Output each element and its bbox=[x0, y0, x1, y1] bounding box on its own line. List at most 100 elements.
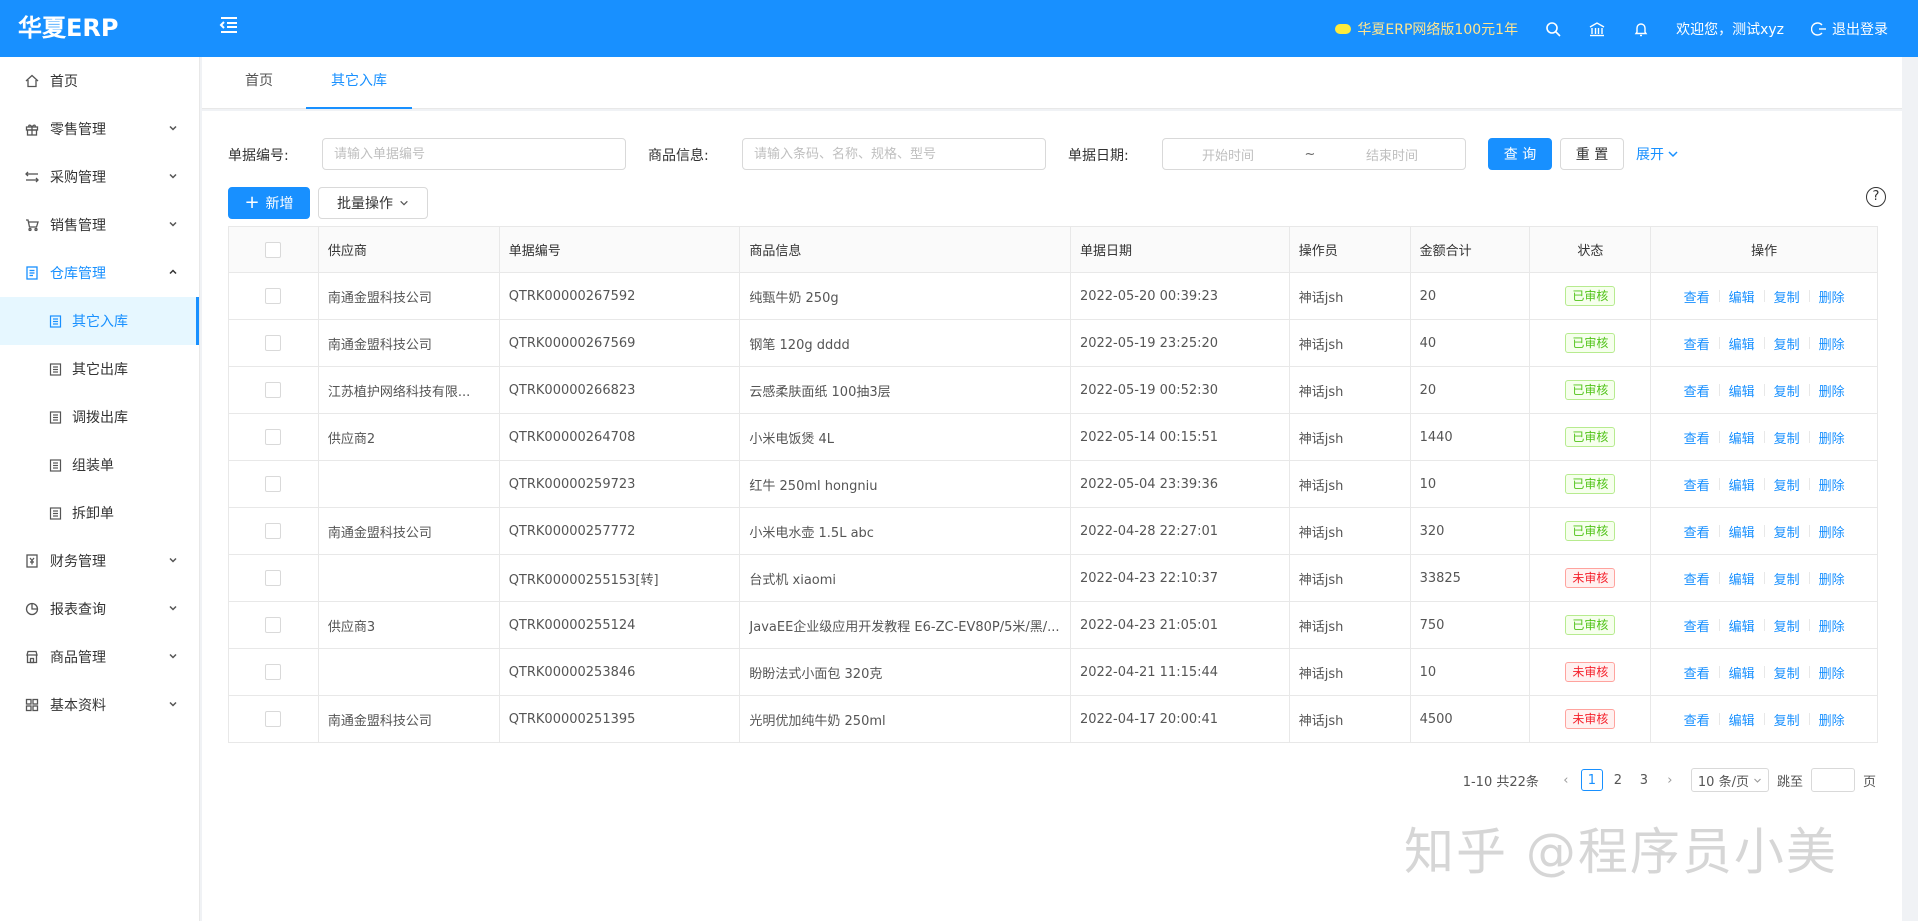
row-checkbox[interactable] bbox=[265, 664, 282, 680]
copy-link[interactable]: 复制 bbox=[1774, 428, 1800, 447]
copy-link[interactable]: 复制 bbox=[1774, 381, 1800, 400]
next-page-icon[interactable]: › bbox=[1659, 769, 1681, 791]
query-button[interactable]: 查 询 bbox=[1488, 138, 1552, 170]
row-checkbox[interactable] bbox=[265, 288, 282, 304]
edit-link[interactable]: 编辑 bbox=[1729, 287, 1755, 306]
table-row[interactable]: 南通金盟科技公司 QTRK00000267569 钢笔 120g dddd 2022-… bbox=[229, 320, 1877, 367]
sidebar-item-retail[interactable]: 零售管理 bbox=[0, 105, 199, 153]
row-checkbox[interactable] bbox=[265, 382, 282, 398]
copy-link[interactable]: 复制 bbox=[1774, 569, 1800, 588]
bill-no-input[interactable] bbox=[322, 138, 626, 170]
copy-link[interactable]: 复制 bbox=[1774, 616, 1800, 635]
copy-link[interactable]: 复制 bbox=[1774, 710, 1800, 729]
delete-link[interactable]: 删除 bbox=[1819, 475, 1845, 494]
menu-collapse-icon[interactable] bbox=[218, 14, 240, 36]
table-row[interactable]: 南通金盟科技公司 QTRK00000257772 小米电水壶 1.5L abc 202… bbox=[229, 508, 1877, 555]
row-checkbox[interactable] bbox=[265, 476, 282, 492]
date-start-placeholder[interactable]: 开始时间 bbox=[1163, 145, 1293, 164]
view-link[interactable]: 查看 bbox=[1684, 710, 1710, 729]
col-goods[interactable]: 商品信息 bbox=[740, 227, 1071, 272]
sidebar-item-finance[interactable]: 财务管理 bbox=[0, 537, 199, 585]
bell-icon[interactable] bbox=[1632, 20, 1650, 38]
sidebar-subitem-other-in[interactable]: 其它入库 bbox=[0, 297, 199, 345]
col-bill-no[interactable]: 单据编号 bbox=[500, 227, 741, 272]
expand-link[interactable]: 展开 bbox=[1636, 144, 1679, 164]
row-checkbox[interactable] bbox=[265, 711, 282, 727]
edit-link[interactable]: 编辑 bbox=[1729, 569, 1755, 588]
copy-link[interactable]: 复制 bbox=[1774, 475, 1800, 494]
copy-link[interactable]: 复制 bbox=[1774, 522, 1800, 541]
page-3[interactable]: 3 bbox=[1633, 769, 1655, 791]
delete-link[interactable]: 删除 bbox=[1819, 663, 1845, 682]
sidebar-item-home[interactable]: 首页 bbox=[0, 57, 199, 105]
copy-link[interactable]: 复制 bbox=[1774, 334, 1800, 353]
batch-operation-dropdown[interactable]: 批量操作 bbox=[318, 187, 428, 219]
copy-link[interactable]: 复制 bbox=[1774, 663, 1800, 682]
search-icon[interactable] bbox=[1544, 20, 1562, 38]
promo-link[interactable]: 华夏ERP网络版100元1年 bbox=[1335, 19, 1518, 39]
table-row[interactable]: 供应商3 QTRK00000255124 JavaEE企业级应用开发教程 E6-ZC… bbox=[229, 602, 1877, 649]
tab-home[interactable]: 首页 bbox=[228, 57, 290, 109]
table-row[interactable]: QTRK00000259723 红牛 250ml hongniu 2022-05-0… bbox=[229, 461, 1877, 508]
sidebar-item-sales[interactable]: 销售管理 bbox=[0, 201, 199, 249]
logout-button[interactable]: 退出登录 bbox=[1810, 19, 1888, 39]
delete-link[interactable]: 删除 bbox=[1819, 616, 1845, 635]
page-size-select[interactable]: 10 条/页 bbox=[1690, 768, 1769, 792]
page-1[interactable]: 1 bbox=[1580, 769, 1603, 791]
sidebar-item-basic-data[interactable]: 基本资料 bbox=[0, 681, 199, 729]
view-link[interactable]: 查看 bbox=[1684, 616, 1710, 635]
edit-link[interactable]: 编辑 bbox=[1729, 663, 1755, 682]
table-row[interactable]: QTRK00000255153[转] 台式机 xiaomi 2022-04-23 2… bbox=[229, 555, 1877, 602]
table-row[interactable]: 南通金盟科技公司 QTRK00000267592 纯甄牛奶 250g 2022-05-… bbox=[229, 273, 1877, 320]
col-status[interactable]: 状态 bbox=[1530, 227, 1652, 272]
reset-button[interactable]: 重 置 bbox=[1560, 138, 1624, 170]
row-checkbox[interactable] bbox=[265, 570, 282, 586]
select-all-checkbox[interactable] bbox=[265, 241, 282, 258]
sidebar-item-goods[interactable]: 商品管理 bbox=[0, 633, 199, 681]
col-amount[interactable]: 金额合计 bbox=[1411, 227, 1531, 272]
table-row[interactable]: 江苏植护网络科技有限... QTRK00000266823 云感柔肤面纸 100抽3… bbox=[229, 367, 1877, 414]
sidebar-item-reports[interactable]: 报表查询 bbox=[0, 585, 199, 633]
prev-page-icon[interactable]: ‹ bbox=[1555, 769, 1577, 791]
delete-link[interactable]: 删除 bbox=[1819, 287, 1845, 306]
edit-link[interactable]: 编辑 bbox=[1729, 334, 1755, 353]
jump-page-input[interactable] bbox=[1810, 768, 1855, 792]
sidebar-subitem-assemble[interactable]: 组装单 bbox=[0, 441, 199, 489]
col-date[interactable]: 单据日期 bbox=[1071, 227, 1290, 272]
delete-link[interactable]: 删除 bbox=[1819, 522, 1845, 541]
tab-other-in[interactable]: 其它入库 bbox=[306, 57, 412, 109]
view-link[interactable]: 查看 bbox=[1684, 475, 1710, 494]
date-end-placeholder[interactable]: 结束时间 bbox=[1327, 145, 1457, 164]
question-circle-icon[interactable]: ? bbox=[1866, 187, 1886, 207]
table-row[interactable]: 供应商2 QTRK00000264708 小米电饭煲 4L 2022-05-14 00… bbox=[229, 414, 1877, 461]
edit-link[interactable]: 编辑 bbox=[1729, 616, 1755, 635]
row-checkbox[interactable] bbox=[265, 429, 282, 445]
view-link[interactable]: 查看 bbox=[1684, 381, 1710, 400]
delete-link[interactable]: 删除 bbox=[1819, 710, 1845, 729]
goods-input[interactable] bbox=[742, 138, 1046, 170]
edit-link[interactable]: 编辑 bbox=[1729, 475, 1755, 494]
view-link[interactable]: 查看 bbox=[1684, 522, 1710, 541]
sidebar-item-purchase[interactable]: 采购管理 bbox=[0, 153, 199, 201]
col-operator[interactable]: 操作员 bbox=[1290, 227, 1411, 272]
page-2[interactable]: 2 bbox=[1607, 769, 1629, 791]
view-link[interactable]: 查看 bbox=[1684, 428, 1710, 447]
view-link[interactable]: 查看 bbox=[1684, 663, 1710, 682]
copy-link[interactable]: 复制 bbox=[1774, 287, 1800, 306]
add-button[interactable]: + 新增 bbox=[228, 187, 310, 219]
view-link[interactable]: 查看 bbox=[1684, 287, 1710, 306]
app-logo[interactable]: 华夏ERP bbox=[18, 0, 118, 57]
table-row[interactable]: QTRK00000253846 盼盼法式小面包 320克 2022-04-21 11… bbox=[229, 649, 1877, 696]
edit-link[interactable]: 编辑 bbox=[1729, 428, 1755, 447]
row-checkbox[interactable] bbox=[265, 617, 282, 633]
sidebar-subitem-transfer-out[interactable]: 调拨出库 bbox=[0, 393, 199, 441]
sidebar-subitem-other-out[interactable]: 其它出库 bbox=[0, 345, 199, 393]
table-row[interactable]: 南通金盟科技公司 QTRK00000251395 光明优加纯牛奶 250ml 2022… bbox=[229, 696, 1877, 743]
bank-icon[interactable] bbox=[1588, 20, 1606, 38]
edit-link[interactable]: 编辑 bbox=[1729, 522, 1755, 541]
row-checkbox[interactable] bbox=[265, 335, 282, 351]
view-link[interactable]: 查看 bbox=[1684, 569, 1710, 588]
sidebar-item-warehouse[interactable]: 仓库管理 bbox=[0, 249, 199, 297]
delete-link[interactable]: 删除 bbox=[1819, 569, 1845, 588]
edit-link[interactable]: 编辑 bbox=[1729, 381, 1755, 400]
